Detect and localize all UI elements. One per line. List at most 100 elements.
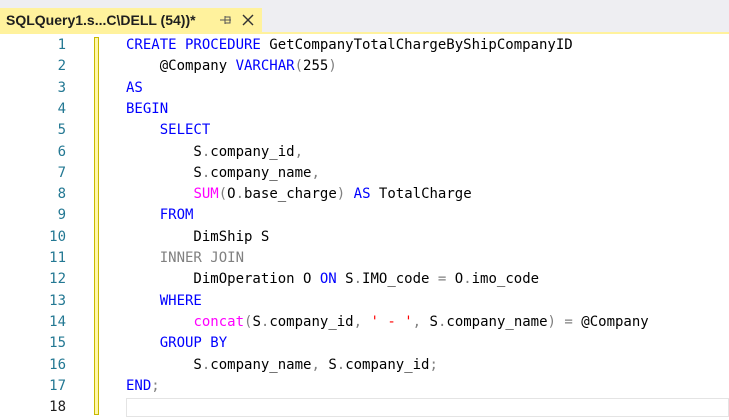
line-number: 10 [49, 228, 66, 245]
code-token: S [126, 143, 202, 160]
code-token: 255 [303, 58, 329, 75]
code-token: ON [319, 271, 337, 288]
code-token: ; [429, 356, 438, 373]
code-token: , [311, 164, 320, 181]
line-number: 1 [57, 37, 66, 53]
code-line[interactable]: SELECT [126, 120, 211, 141]
code-token: , [412, 313, 422, 330]
code-token: GetCompanyTotalChargeByShipCompanyID [260, 37, 573, 53]
code-editor[interactable]: 1 2 3 4 5 6 7 8 9 10 11 12 13 14 15 16 17 18 CREATE PROCE… [0, 34, 729, 420]
line-number: 13 [49, 292, 66, 309]
code-token: ( [218, 186, 228, 203]
line-number: 15 [49, 335, 66, 352]
code-token: , [294, 143, 304, 160]
code-token: FROM [159, 207, 194, 224]
code-token: imo_code [471, 271, 540, 288]
code-token: AS [126, 79, 143, 96]
code-line[interactable]: S.company_name, S.company_id; [126, 355, 438, 376]
code-line[interactable]: FROM [126, 205, 194, 226]
current-line-highlight [126, 398, 729, 418]
line-number: 7 [57, 164, 66, 181]
code-token: END [126, 377, 152, 394]
line-number: 4 [57, 100, 66, 117]
line-number: 18 [49, 399, 66, 416]
code-token: WHERE [159, 292, 202, 309]
code-token: company_id [345, 356, 430, 373]
line-number: 16 [49, 356, 66, 373]
tab-strip: SQLQuery1.s...C\DELL (54))* [0, 0, 729, 32]
line-number: 9 [57, 207, 66, 224]
code-token: VARCHAR [235, 58, 295, 75]
line-number: 14 [49, 313, 66, 330]
code-line[interactable]: SUM(O.base_charge) AS TotalCharge [126, 184, 471, 205]
code-token: . [463, 271, 472, 288]
code-token: company_name [210, 356, 312, 373]
code-line[interactable]: INNER JOIN [126, 248, 244, 269]
code-token: INNER JOIN [159, 250, 245, 266]
code-line[interactable]: DimShip S [126, 227, 269, 248]
code-token: = [564, 313, 573, 330]
code-token: BEGIN [126, 100, 169, 117]
change-tracking-bar [94, 37, 99, 415]
code-token: ) [547, 313, 556, 330]
line-number: 8 [57, 186, 66, 203]
code-token: , [311, 356, 320, 373]
code-token: DimShip S [126, 228, 270, 245]
code-token: base_charge [244, 186, 337, 203]
code-token: GROUP BY [159, 335, 228, 352]
code-line[interactable]: @Company VARCHAR(255) [126, 56, 337, 77]
code-token: , [353, 313, 363, 330]
line-number: 17 [49, 377, 66, 394]
code-token: . [336, 356, 346, 373]
code-token: company_id [210, 143, 295, 160]
code-token: S [421, 313, 438, 330]
code-line[interactable]: BEGIN [126, 99, 168, 120]
pin-icon[interactable] [218, 12, 234, 28]
code-token: company_id [269, 313, 354, 330]
code-token: SELECT [159, 122, 211, 139]
tab-sqlquery1[interactable]: SQLQuery1.s...C\DELL (54))* [0, 8, 262, 32]
code-line[interactable]: S.company_name, [126, 163, 320, 184]
code-token: IMO_code [362, 271, 438, 288]
code-token: AS [353, 186, 371, 203]
code-token: S [252, 313, 261, 330]
code-token: ; [151, 377, 160, 394]
line-number: 3 [57, 79, 66, 96]
code-token: S [126, 164, 202, 181]
code-token: CREATE PROCEDURE [126, 37, 261, 53]
code-token: S [336, 271, 354, 288]
code-token: O [227, 186, 236, 203]
code-line[interactable]: DimOperation O ON S.IMO_code = O.imo_cod… [126, 269, 539, 290]
line-number: 11 [49, 250, 66, 266]
code-line[interactable]: AS [126, 78, 143, 99]
code-token: concat [193, 313, 245, 330]
code-line[interactable]: CREATE PROCEDURE GetCompanyTotalChargeBy… [126, 35, 573, 56]
code-token: ( [294, 58, 304, 75]
code-token: . [235, 186, 245, 203]
code-token: ) [336, 186, 346, 203]
code-token: @Company [126, 58, 236, 75]
code-token: @Company [572, 313, 649, 330]
close-icon[interactable] [240, 12, 256, 28]
code-token: company_name [446, 313, 548, 330]
tab-title: SQLQuery1.s...C\DELL (54))* [6, 12, 196, 28]
code-line[interactable]: END; [126, 376, 160, 397]
code-token: . [353, 271, 363, 288]
line-number: 12 [49, 271, 66, 288]
code-token: ) [328, 58, 337, 75]
code-token: S [319, 356, 337, 373]
line-number: 6 [57, 143, 66, 160]
code-token: DimOperation O [126, 271, 320, 288]
code-line[interactable]: WHERE [126, 291, 202, 312]
code-line[interactable]: S.company_id, [126, 142, 303, 163]
line-number: 2 [57, 58, 66, 75]
code-line[interactable]: GROUP BY [126, 333, 227, 354]
code-line[interactable]: concat(S.company_id, ' - ', S.company_na… [126, 312, 649, 333]
